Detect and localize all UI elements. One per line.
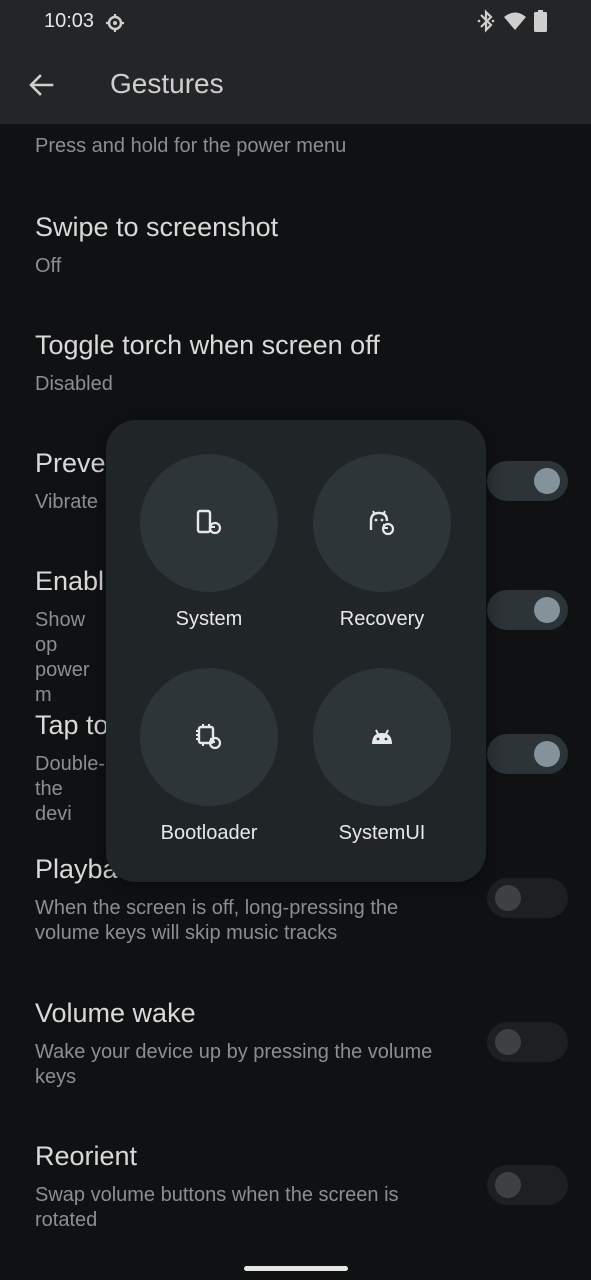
restart-menu: System Recovery Bootloader SystemUI — [106, 420, 486, 882]
setting-title: Playba — [35, 854, 118, 884]
setting-title: Toggle torch when screen off — [35, 330, 380, 360]
setting-title: Volume wake — [35, 998, 196, 1028]
setting-volume-wake[interactable]: Volume wake Wake your device up by press… — [0, 988, 591, 1098]
arrow-back-icon[interactable] — [24, 68, 58, 102]
setting-title: Swipe to screenshot — [35, 212, 279, 242]
setting-toggle-torch[interactable]: Toggle torch when screen off Disabled — [0, 320, 591, 420]
android-restart-icon — [369, 510, 395, 536]
setting-swipe-screenshot[interactable]: Swipe to screenshot Off — [0, 202, 591, 302]
setting-subtitle: Off — [35, 255, 62, 277]
toggle-switch[interactable] — [487, 734, 568, 774]
setting-subtitle: Show op power m — [35, 609, 90, 706]
setting-subtitle: Double- the devi — [35, 753, 106, 825]
sync-settings-icon — [106, 14, 124, 32]
restart-systemui-button[interactable] — [313, 668, 451, 806]
restart-bootloader-label: Bootloader — [160, 822, 258, 844]
status-bar: 10:03 — [0, 0, 591, 44]
toggle-switch[interactable] — [487, 461, 568, 501]
wifi-icon — [504, 12, 526, 30]
gesture-nav-handle[interactable] — [244, 1266, 348, 1271]
setting-subtitle: Swap volume buttons when the screen is r… — [35, 1184, 399, 1231]
restart-system-label: System — [175, 608, 243, 630]
setting-title: Tap to — [35, 710, 109, 740]
restart-systemui-label: SystemUI — [338, 822, 426, 844]
setting-power-menu[interactable]: Press and hold for the power menu — [0, 124, 591, 188]
toggle-switch[interactable] — [487, 1165, 568, 1205]
toggle-knob — [534, 741, 560, 767]
setting-subtitle: Wake your device up by pressing the volu… — [35, 1041, 433, 1088]
battery-icon — [534, 10, 547, 32]
setting-title: Enabl — [35, 566, 105, 596]
toggle-knob — [534, 597, 560, 623]
status-time: 10:03 — [44, 10, 95, 32]
android-head-icon — [372, 729, 392, 744]
setting-subtitle: Disabled — [35, 373, 113, 395]
toggle-knob — [495, 1029, 521, 1055]
phone-restart-icon — [196, 509, 222, 535]
setting-subtitle: Press and hold for the power menu — [35, 135, 347, 157]
toggle-knob — [495, 885, 521, 911]
bluetooth-icon — [477, 9, 495, 33]
restart-recovery-label: Recovery — [339, 608, 425, 630]
restart-system-button[interactable] — [140, 454, 278, 592]
setting-subtitle: When the screen is off, long-pressing th… — [35, 897, 399, 944]
toggle-switch[interactable] — [487, 590, 568, 630]
restart-recovery-button[interactable] — [313, 454, 451, 592]
setting-title: Preve — [35, 448, 106, 478]
toggle-switch[interactable] — [487, 1022, 568, 1062]
toggle-switch[interactable] — [487, 878, 568, 918]
page-title: Gestures — [110, 68, 224, 99]
chip-restart-icon — [196, 724, 222, 750]
setting-title: Reorient — [35, 1141, 138, 1171]
setting-reorient[interactable]: Reorient Swap volume buttons when the sc… — [0, 1131, 591, 1241]
toggle-knob — [495, 1172, 521, 1198]
restart-bootloader-button[interactable] — [140, 668, 278, 806]
app-bar: Gestures — [0, 44, 591, 124]
toggle-knob — [534, 468, 560, 494]
